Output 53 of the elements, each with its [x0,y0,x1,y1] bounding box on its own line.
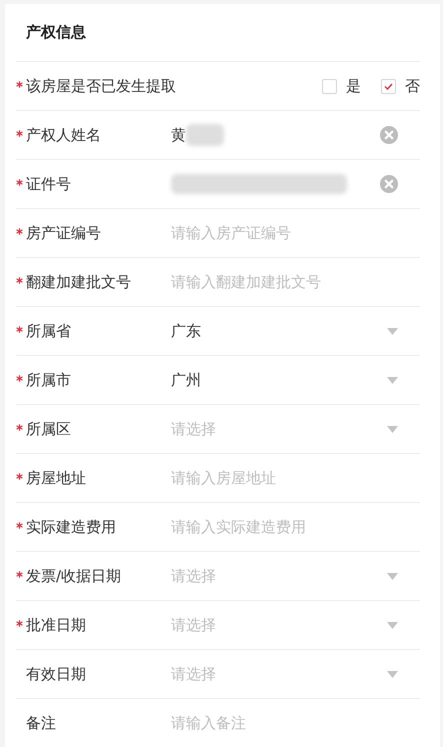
form-field[interactable]: 所属区 请选择 [16,404,420,453]
form-field[interactable]: 翻建加建批文号 请输入翻建加建批文号 [16,257,420,306]
clear-icon[interactable] [380,175,398,193]
dropdown-caret-icon [387,426,398,432]
field-value: 黄 [171,124,186,146]
clear-icon[interactable] [380,126,398,144]
field-label: 房屋地址 [26,468,87,489]
checkbox[interactable] [322,78,337,94]
select-placeholder: 请选择 [171,566,216,587]
field-label: 所属区 [26,418,72,440]
field-label: 所属市 [26,370,72,391]
field-label: 发票/收据日期 [26,566,122,587]
form-field[interactable]: 发票/收据日期 请选择 [16,551,420,600]
select-placeholder: 请选择 [171,418,216,440]
field-label: 房产证编号 [26,222,102,244]
form-field[interactable]: 所属市 广州 [16,355,420,404]
field-value: 广州 [171,370,201,391]
form-field[interactable]: 备注 请输入备注 [16,698,420,747]
checkbox-option[interactable]: 否 [381,74,420,98]
field-label: 产权人姓名 [26,124,102,146]
form-field[interactable]: 产权人姓名 黄 [16,110,420,159]
input-placeholder: 请输入翻建加建批文号 [171,272,321,293]
checkbox[interactable] [381,78,396,94]
checkmark-icon [384,82,393,90]
checkbox-option[interactable]: 是 [322,74,361,98]
field-label: 该房屋是否已发生提取 [26,76,176,97]
field-label: 所属省 [26,320,72,342]
field-label: 翻建加建批文号 [26,272,132,293]
dropdown-caret-icon [387,622,398,628]
select-placeholder: 请选择 [171,614,216,636]
input-placeholder: 请输入实际建造费用 [171,516,306,538]
form-field[interactable]: 房产证编号 请输入房产证编号 [16,208,420,257]
form-field[interactable]: 所属省 广东 [16,306,420,355]
field-label: 备注 [26,712,57,734]
field-value: 广东 [171,320,201,342]
form-field[interactable]: 房屋地址 请输入房屋地址 [16,453,420,502]
dropdown-caret-icon [387,572,398,580]
input-placeholder: 请输入房产证编号 [171,222,291,244]
field-label: 证件号 [26,174,72,195]
field-label: 有效日期 [26,664,87,685]
form-field[interactable]: 证件号 [16,159,420,208]
select-placeholder: 请选择 [171,664,216,685]
form-field[interactable]: 批准日期 请选择 [16,600,420,649]
form-field[interactable]: 有效日期 请选择 [16,649,420,698]
field-label: 批准日期 [26,614,87,636]
input-placeholder: 请输入备注 [171,712,246,734]
section-title: 产权信息 [26,22,86,44]
dropdown-caret-icon [387,376,398,384]
form-field[interactable]: 实际建造费用 请输入实际建造费用 [16,502,420,551]
input-placeholder: 请输入房屋地址 [171,468,276,489]
field-label: 实际建造费用 [26,516,117,538]
dropdown-caret-icon [387,670,398,678]
dropdown-caret-icon [387,328,398,334]
